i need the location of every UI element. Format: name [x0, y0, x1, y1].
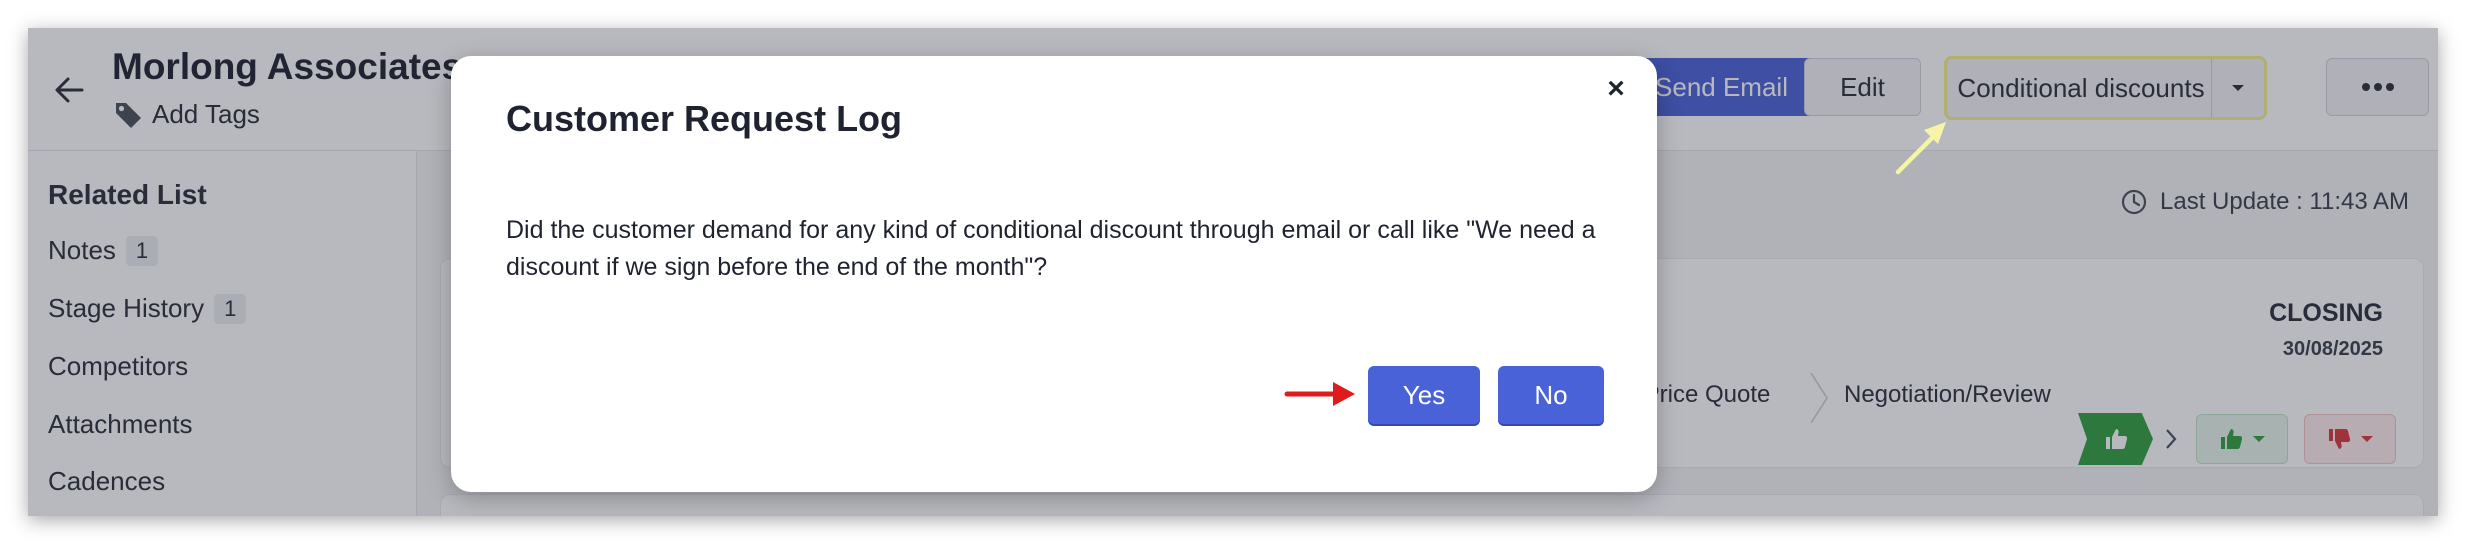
annotation-arrow-icon — [1284, 382, 1355, 406]
modal-title: Customer Request Log — [506, 98, 903, 139]
customer-request-log-modal: Customer Request Log × Did the customer … — [451, 56, 1657, 492]
modal-question: Did the customer demand for any kind of … — [506, 216, 1596, 281]
yes-button[interactable]: Yes — [1368, 366, 1480, 424]
annotation-arrow-icon — [1895, 122, 1946, 175]
close-icon[interactable]: × — [1601, 72, 1631, 105]
app-window: Morlong Associates Add Tags Send Email E… — [28, 28, 2438, 516]
no-button[interactable]: No — [1498, 366, 1604, 424]
